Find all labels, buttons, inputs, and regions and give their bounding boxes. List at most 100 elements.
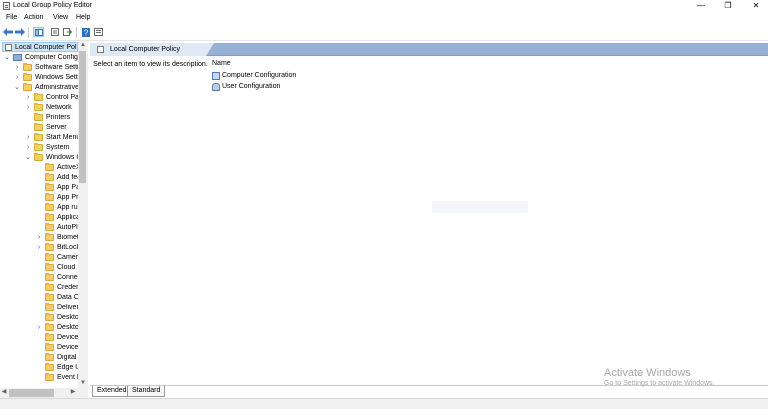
tree-item-app-package[interactable]: App Package — [36, 183, 78, 193]
tree-item-autoplay[interactable]: AutoPlay — [36, 223, 78, 233]
scroll-up-arrow-icon[interactable]: ▲ — [78, 41, 88, 50]
tree-root-item[interactable]: Local Computer Policy — [2, 42, 78, 52]
tree-item-start-menu[interactable]: › Start Menu — [25, 133, 78, 143]
tree-item-label: Control Panel — [46, 94, 78, 101]
details-header: Local Computer Policy — [90, 43, 768, 56]
tree-item-event-forwarding[interactable]: Event Forwarding — [36, 373, 78, 383]
tree-item-system[interactable]: › System — [25, 143, 78, 153]
scroll-thumb[interactable] — [79, 51, 86, 183]
back-arrow-icon[interactable] — [3, 27, 13, 37]
tree-item-server[interactable]: Server — [25, 123, 78, 133]
tree-item-software-settings[interactable]: › Software Settings — [14, 63, 78, 73]
details-header-tab: Local Computer Policy — [90, 43, 214, 56]
menu-help[interactable]: Help — [76, 14, 90, 22]
tree-item-desktop-window[interactable]: › Desktop Window — [36, 323, 78, 333]
help-icon[interactable]: ? — [81, 27, 91, 37]
horizontal-scroll-thumb[interactable] — [9, 389, 54, 397]
collapsed-chevron-icon[interactable]: › — [25, 94, 31, 102]
scroll-right-arrow-icon[interactable]: ▶ — [69, 388, 77, 397]
filter-icon[interactable] — [93, 27, 103, 37]
tree-item-biometrics[interactable]: › Biometrics — [36, 233, 78, 243]
close-button[interactable]: ✕ — [745, 0, 767, 12]
collapsed-chevron-icon[interactable]: › — [25, 144, 31, 152]
tree-item-camera[interactable]: Camera — [36, 253, 78, 263]
collapsed-chevron-icon[interactable]: › — [14, 74, 20, 82]
folder-icon — [45, 303, 54, 311]
folder-icon — [34, 153, 43, 161]
tree-item-connect[interactable]: Connect — [36, 273, 78, 283]
folder-icon — [45, 273, 54, 281]
tree-item-credential[interactable]: Credential — [36, 283, 78, 293]
tree-item-app-runtime[interactable]: App runtime — [36, 203, 78, 213]
tree-item-data-collection[interactable]: Data Collection — [36, 293, 78, 303]
tree-item-add-features[interactable]: Add features — [36, 173, 78, 183]
column-header-name[interactable]: Name — [212, 60, 302, 70]
watermark-subtitle: Go to Settings to activate Windows. — [604, 380, 715, 387]
tree-item-bitlocker[interactable]: › BitLocker — [36, 243, 78, 253]
tree-item-computer-configuration[interactable]: ⌄ Computer Configuration — [4, 53, 78, 63]
collapsed-chevron-icon[interactable]: › — [36, 244, 42, 252]
tree-vertical-scrollbar[interactable]: ▲ ▼ — [78, 41, 88, 398]
tree-item-label: Camera — [57, 254, 78, 261]
menu-file[interactable]: File — [6, 14, 17, 22]
tree-item-application[interactable]: Application — [36, 213, 78, 223]
menu-action[interactable]: Action — [24, 14, 43, 22]
tree-item-device[interactable]: Device — [36, 333, 78, 343]
expand-chevron-icon[interactable]: ⌄ — [4, 54, 10, 62]
export-list-icon[interactable] — [62, 27, 72, 37]
tree-item-label: Server — [46, 124, 67, 131]
tree-item-printers[interactable]: Printers — [25, 113, 78, 123]
minimize-button[interactable]: — — [690, 0, 712, 12]
menu-view[interactable]: View — [53, 14, 68, 22]
tree-item-delivery[interactable]: Delivery — [36, 303, 78, 313]
tree-item-activex[interactable]: ActiveX — [36, 163, 78, 173]
faded-overlay — [432, 201, 528, 213]
svg-text:?: ? — [84, 28, 89, 37]
collapsed-chevron-icon[interactable]: › — [14, 64, 20, 72]
tree-item-windows-settings[interactable]: › Windows Settings — [14, 73, 78, 83]
collapsed-chevron-icon[interactable]: › — [25, 134, 31, 142]
tree-item-cloud[interactable]: Cloud — [36, 263, 78, 273]
tab-extended[interactable]: Extended — [92, 386, 132, 397]
tree-item-network[interactable]: › Network — [25, 103, 78, 113]
details-pane: Local Computer Policy Select an item to … — [90, 41, 768, 385]
collapsed-chevron-icon[interactable]: › — [36, 324, 42, 332]
collapsed-chevron-icon[interactable]: › — [25, 104, 31, 112]
group-policy-app-icon — [3, 2, 10, 10]
tree-item-label: Device — [57, 334, 78, 341]
tree-item-windows-components[interactable]: ⌄ Windows Components — [25, 153, 78, 163]
folder-icon — [45, 263, 54, 271]
tree-item-label: Connect — [57, 274, 78, 281]
tree-item-label: App runtime — [57, 204, 78, 211]
expand-chevron-icon[interactable]: ⌄ — [14, 84, 20, 92]
restore-button[interactable]: ❐ — [717, 0, 739, 12]
menu-bar: File Action View Help — [0, 12, 768, 24]
tree-item-digital[interactable]: Digital — [36, 353, 78, 363]
tree-root-label: Local Computer Policy — [15, 44, 77, 51]
collapsed-chevron-icon[interactable]: › — [36, 234, 42, 242]
properties-icon[interactable] — [50, 27, 60, 37]
expand-chevron-icon[interactable]: ⌄ — [25, 154, 31, 162]
console-tree-icon[interactable] — [33, 27, 44, 37]
console-tree[interactable]: Local Computer Policy ⌄ Computer Configu… — [0, 41, 88, 398]
tree-item-label: Credential — [57, 284, 78, 291]
forward-arrow-icon[interactable] — [15, 27, 25, 37]
policy-document-icon — [5, 44, 12, 51]
folder-icon — [45, 193, 54, 201]
tab-standard[interactable]: Standard — [127, 386, 166, 397]
list-item-label: Computer Configuration — [222, 72, 297, 79]
scroll-down-arrow-icon[interactable]: ▼ — [78, 379, 88, 388]
tree-item-device-2[interactable]: Device — [36, 343, 78, 353]
scroll-left-arrow-icon[interactable]: ◀ — [0, 388, 8, 397]
folder-icon — [23, 83, 32, 91]
tree-item-label: App Privacy — [57, 194, 78, 201]
tree-item-app-privacy[interactable]: App Privacy — [36, 193, 78, 203]
tree-item-control-panel[interactable]: › Control Panel — [25, 93, 78, 103]
tree-item-administrative-templates[interactable]: ⌄ Administrative Templates — [14, 83, 78, 93]
list-item-computer-configuration[interactable]: Computer Configuration — [212, 71, 312, 81]
tree-item-edge-ui[interactable]: Edge UI — [36, 363, 78, 373]
tree-item-desktop[interactable]: Desktop — [36, 313, 78, 323]
tree-horizontal-scrollbar[interactable]: ◀ ▶ — [0, 388, 78, 398]
list-item-user-configuration[interactable]: User Configuration — [212, 82, 312, 92]
tree-item-label: ActiveX — [57, 164, 78, 171]
